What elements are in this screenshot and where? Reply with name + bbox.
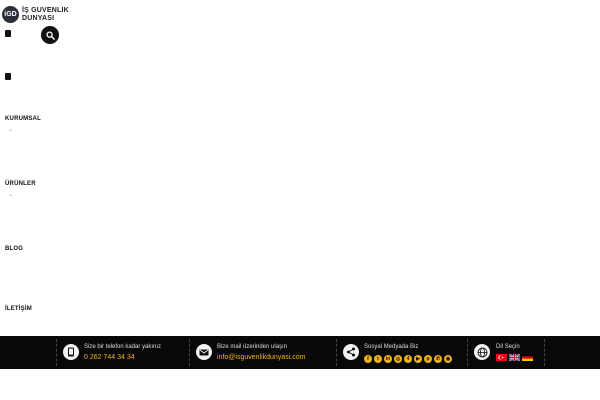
- nav-item-kurumsal[interactable]: KURUMSAL: [5, 116, 41, 122]
- twitter-icon[interactable]: t: [374, 355, 382, 363]
- mail-title: Bize mail üzerinden ulaşın: [217, 344, 288, 350]
- pinterest-icon[interactable]: p: [424, 355, 432, 363]
- divider: [467, 339, 468, 366]
- phone-title: Size bir telefon kadar yakınız: [84, 344, 162, 350]
- site-logo[interactable]: iGD İŞ GUVENLIK DUNYASI: [2, 6, 69, 23]
- share-icon: [343, 344, 359, 360]
- chevron-down-icon[interactable]: ⌄: [8, 127, 13, 133]
- social-links: f t in ◎ 4 ▶ p ✆ ◉: [364, 355, 452, 363]
- menu-close-toggle[interactable]: [5, 73, 11, 80]
- social-title: Sosyal Medyada Biz: [364, 344, 419, 350]
- logo-wordmark: İŞ GUVENLIK DUNYASI: [22, 7, 69, 23]
- foursquare-icon[interactable]: 4: [404, 355, 412, 363]
- phone-icon: [63, 344, 79, 360]
- footer-contact-bar: Size bir telefon kadar yakınız 0 262 744…: [0, 336, 600, 369]
- logo-mark: iGD: [2, 6, 19, 23]
- instagram-icon[interactable]: ◎: [394, 355, 402, 363]
- search-icon: [45, 30, 55, 40]
- linkedin-icon[interactable]: in: [384, 355, 392, 363]
- globe-icon: [474, 344, 490, 360]
- nav-item-iletisim[interactable]: İLETİŞİM: [5, 306, 32, 312]
- turkish-flag[interactable]: [496, 354, 507, 361]
- divider: [544, 339, 545, 366]
- nav-item-urunler[interactable]: ÜRÜNLER: [5, 181, 36, 187]
- german-flag[interactable]: [522, 354, 533, 361]
- mail-icon: [196, 344, 212, 360]
- email-link[interactable]: info@isguvenlikdunyasi.com: [217, 354, 305, 361]
- logo-line-2: DUNYASI: [22, 14, 55, 22]
- facebook-icon[interactable]: f: [364, 355, 372, 363]
- divider: [189, 339, 190, 366]
- logo-line-1: İŞ GUVENLIK: [22, 6, 69, 14]
- chevron-down-icon[interactable]: ⌄: [8, 192, 13, 198]
- phone-number-link[interactable]: 0 262 744 34 34: [84, 354, 135, 361]
- divider: [56, 339, 57, 366]
- divider: [336, 339, 337, 366]
- nav-item-blog[interactable]: BLOG: [5, 246, 23, 252]
- search-button[interactable]: [41, 26, 59, 44]
- language-flags: [496, 354, 533, 361]
- language-title: Dil Seçin: [496, 344, 520, 350]
- english-flag[interactable]: [509, 354, 520, 361]
- youtube-icon[interactable]: ▶: [414, 355, 422, 363]
- mobile-menu-toggle[interactable]: [5, 30, 11, 37]
- rss-icon[interactable]: ◉: [444, 355, 452, 363]
- whatsapp-icon[interactable]: ✆: [434, 355, 442, 363]
